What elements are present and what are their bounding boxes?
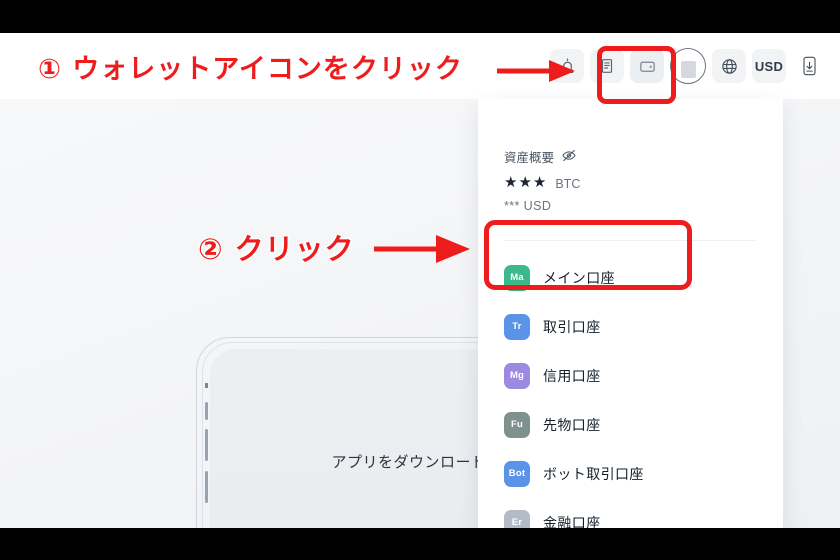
btc-balance: ★★★ BTC: [504, 175, 580, 190]
account-label: 金融口座: [543, 514, 601, 529]
account-badge: Bot: [504, 460, 530, 487]
account-label: メイン口座: [543, 269, 615, 286]
letterbox-top: [0, 0, 840, 33]
account-label: 先物口座: [543, 416, 601, 433]
account-item-bot[interactable]: Bot ボット取引口座: [478, 449, 783, 498]
header-icon-group: USD: [550, 33, 826, 99]
currency-label: USD: [754, 58, 784, 74]
account-item-margin[interactable]: Mg 信用口座: [478, 351, 783, 400]
asset-overview: 資産概要 ★★★ BTC *** USD: [504, 147, 580, 213]
account-label: ボット取引口座: [543, 465, 644, 482]
language-globe-icon[interactable]: [712, 49, 746, 83]
asset-overview-label: 資産概要: [504, 151, 555, 165]
download-app-icon[interactable]: [792, 49, 826, 83]
account-label: 信用口座: [543, 367, 601, 384]
exchange-page: アプリをダウンロード App Store Google Play: [0, 33, 840, 528]
letterbox-bottom: [0, 528, 840, 560]
phone-volume-up-button: [205, 429, 208, 461]
wallet-dropdown-panel: 資産概要 ★★★ BTC *** USD Ma メイン口座 Tr 取引口座 Mg…: [478, 99, 783, 528]
currency-selector[interactable]: USD: [752, 49, 786, 83]
avatar-placeholder: [680, 60, 696, 78]
btc-balance-value: ★★★: [504, 174, 548, 191]
account-item-trading[interactable]: Tr 取引口座: [478, 302, 783, 351]
site-header: USD: [0, 33, 840, 99]
user-avatar[interactable]: [670, 48, 706, 84]
screenshot-stage: アプリをダウンロード App Store Google Play: [0, 0, 840, 560]
account-item-futures[interactable]: Fu 先物口座: [478, 400, 783, 449]
account-item-main[interactable]: Ma メイン口座: [478, 253, 783, 302]
account-badge: Er: [504, 509, 530, 528]
orders-document-icon[interactable]: [590, 49, 624, 83]
phone-volume-down-button: [205, 471, 208, 503]
wallet-icon[interactable]: [630, 49, 664, 83]
phone-camera-dot: [205, 383, 208, 388]
account-label: 取引口座: [543, 318, 601, 335]
account-item-earn[interactable]: Er 金融口座: [478, 498, 783, 528]
account-badge: Ma: [504, 264, 530, 291]
account-badge: Mg: [504, 362, 530, 389]
account-badge: Tr: [504, 313, 530, 340]
dropdown-divider: [504, 240, 757, 241]
asset-overview-header: 資産概要: [504, 147, 580, 166]
eye-off-icon[interactable]: [561, 148, 577, 166]
notification-bell-icon[interactable]: [550, 49, 584, 83]
phone-mute-switch: [205, 402, 208, 420]
account-list: Ma メイン口座 Tr 取引口座 Mg 信用口座 Fu 先物口座 Bot ボット…: [478, 253, 783, 528]
account-badge: Fu: [504, 411, 530, 438]
btc-balance-unit: BTC: [555, 176, 581, 191]
usd-balance-value: *** USD: [504, 199, 552, 213]
